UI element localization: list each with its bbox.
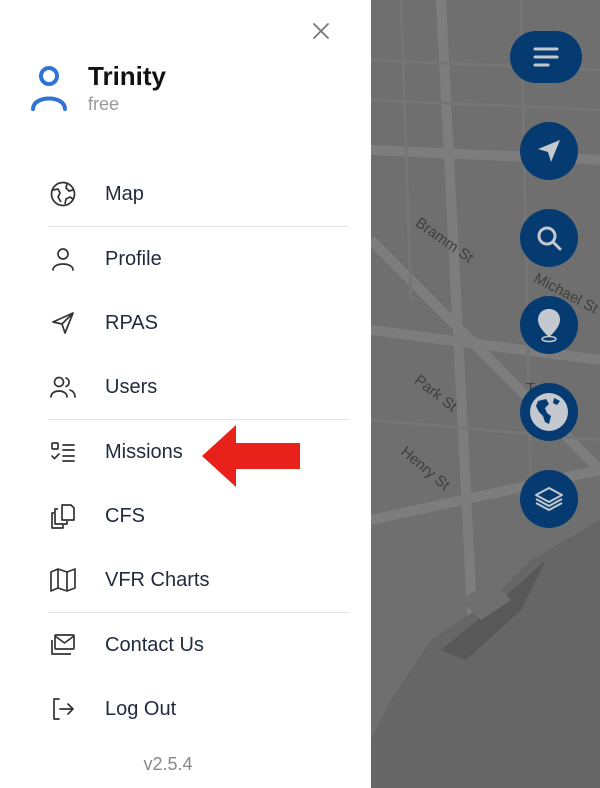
users-icon <box>48 372 78 402</box>
documents-icon <box>48 501 78 531</box>
menu-item-label: RPAS <box>105 311 158 334</box>
menu-item-label: Missions <box>105 440 183 463</box>
user-header: Trinity free <box>30 62 166 115</box>
close-icon <box>313 23 329 39</box>
checklist-icon <box>48 437 78 467</box>
menu-item-contact-us[interactable]: Contact Us <box>48 613 348 677</box>
user-icon <box>48 244 78 274</box>
navigation-arrow-icon <box>538 140 560 162</box>
menu-item-label: Map <box>105 182 144 205</box>
place-marker-button[interactable] <box>520 296 578 354</box>
menu-item-label: Profile <box>105 247 162 270</box>
layers-button[interactable] <box>520 470 578 528</box>
globe-icon <box>48 179 78 209</box>
red-arrow-icon <box>202 425 300 487</box>
menu-item-label: VFR Charts <box>105 568 210 591</box>
paper-plane-icon <box>48 308 78 338</box>
user-avatar-icon <box>31 66 67 111</box>
menu-item-profile[interactable]: Profile <box>48 227 348 291</box>
search-button[interactable] <box>520 209 578 267</box>
logout-icon <box>48 694 78 724</box>
user-plan: free <box>88 94 120 114</box>
locate-button[interactable] <box>520 122 578 180</box>
globe-view-button[interactable] <box>520 383 578 441</box>
menu-item-map[interactable]: Map <box>48 162 348 226</box>
map-pin-icon <box>538 309 560 343</box>
menu-item-users[interactable]: Users <box>48 355 348 419</box>
search-icon <box>537 226 562 251</box>
menu-item-label: Users <box>105 375 158 398</box>
layers-icon <box>535 487 563 511</box>
menu-item-rpas[interactable]: RPAS <box>48 291 348 355</box>
user-name: Trinity <box>88 61 167 91</box>
menu-item-label: Log Out <box>105 697 177 720</box>
menu-item-missions[interactable]: Missions <box>48 420 348 484</box>
menu-item-label: CFS <box>105 504 145 527</box>
mail-icon <box>48 630 78 660</box>
earth-americas-icon <box>530 393 568 431</box>
folded-map-icon <box>48 565 78 595</box>
menu-item-cfs[interactable]: CFS <box>48 484 348 548</box>
menu-item-log-out[interactable]: Log Out <box>48 677 348 741</box>
hamburger-icon <box>533 47 559 67</box>
close-button[interactable] <box>306 16 336 46</box>
menu-item-vfr-charts[interactable]: VFR Charts <box>48 548 348 612</box>
app-version: v2.5.4 <box>143 754 193 774</box>
menu-button[interactable] <box>510 31 582 83</box>
menu-item-label: Contact Us <box>105 633 204 656</box>
navigation-drawer: Trinity free Map Profile RPAS Users Miss… <box>0 0 371 788</box>
drawer-menu: Map Profile RPAS Users Missions CFS VFR … <box>48 162 348 741</box>
